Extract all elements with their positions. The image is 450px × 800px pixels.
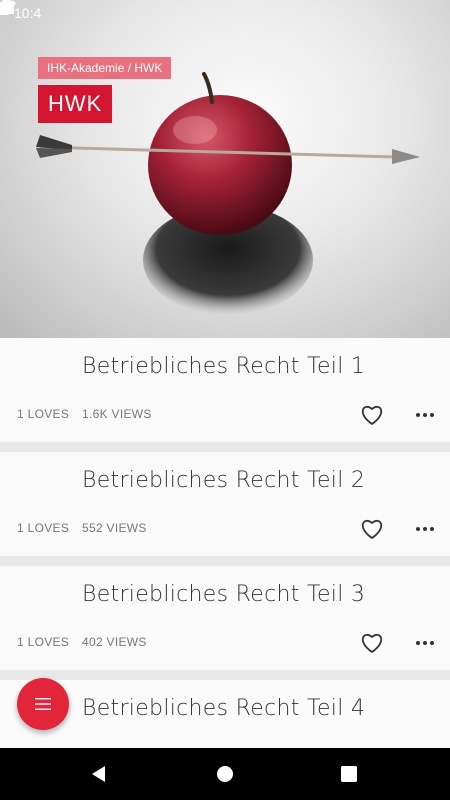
recents-nav-icon[interactable]	[337, 762, 361, 786]
item-title: Betriebliches Recht Teil 4	[82, 696, 366, 721]
heart-icon[interactable]	[360, 404, 384, 426]
more-options-icon[interactable]	[413, 632, 437, 654]
back-nav-icon[interactable]	[87, 762, 111, 786]
system-navigation-bar	[0, 748, 450, 800]
heart-icon[interactable]	[360, 632, 384, 654]
item-meta: 1 LOVES 402 VIEWS	[17, 635, 147, 649]
item-title: Betriebliches Recht Teil 1	[82, 354, 366, 379]
item-loves: 1 LOVES	[17, 635, 70, 649]
item-meta: 1 LOVES 1.6K VIEWS	[17, 407, 152, 421]
battery-icon	[0, 0, 9, 15]
list-item[interactable]: Betriebliches Recht Teil 1 1 LOVES 1.6K …	[0, 338, 450, 442]
item-views: 1.6K VIEWS	[82, 407, 152, 421]
item-title: Betriebliches Recht Teil 3	[82, 582, 366, 607]
list-item[interactable]: Betriebliches Recht Teil 3 1 LOVES 402 V…	[0, 566, 450, 670]
status-bar: 10:4	[0, 0, 450, 26]
item-views: 552 VIEWS	[82, 521, 147, 535]
category-chip[interactable]: IHK-Akademie / HWK	[38, 57, 172, 79]
home-nav-icon[interactable]	[213, 762, 237, 786]
more-options-icon[interactable]	[413, 518, 437, 540]
item-views: 402 VIEWS	[82, 635, 147, 649]
item-title: Betriebliches Recht Teil 2	[82, 468, 366, 493]
item-loves: 1 LOVES	[17, 521, 70, 535]
item-meta: 1 LOVES 552 VIEWS	[17, 521, 147, 535]
list-item[interactable]: Betriebliches Recht Teil 4	[0, 680, 450, 748]
list-item[interactable]: Betriebliches Recht Teil 2 1 LOVES 552 V…	[0, 452, 450, 556]
status-time: 10:4	[14, 5, 42, 21]
hero-image: 10:4 IHK-Akademie / HWK HWK	[0, 0, 450, 338]
item-loves: 1 LOVES	[17, 407, 70, 421]
apple-arrow-illustration	[36, 72, 420, 315]
heart-icon[interactable]	[360, 518, 384, 540]
brand-badge: HWK	[38, 85, 113, 123]
hamburger-menu-icon	[35, 698, 51, 710]
menu-fab-button[interactable]	[17, 678, 69, 730]
more-options-icon[interactable]	[413, 404, 437, 426]
